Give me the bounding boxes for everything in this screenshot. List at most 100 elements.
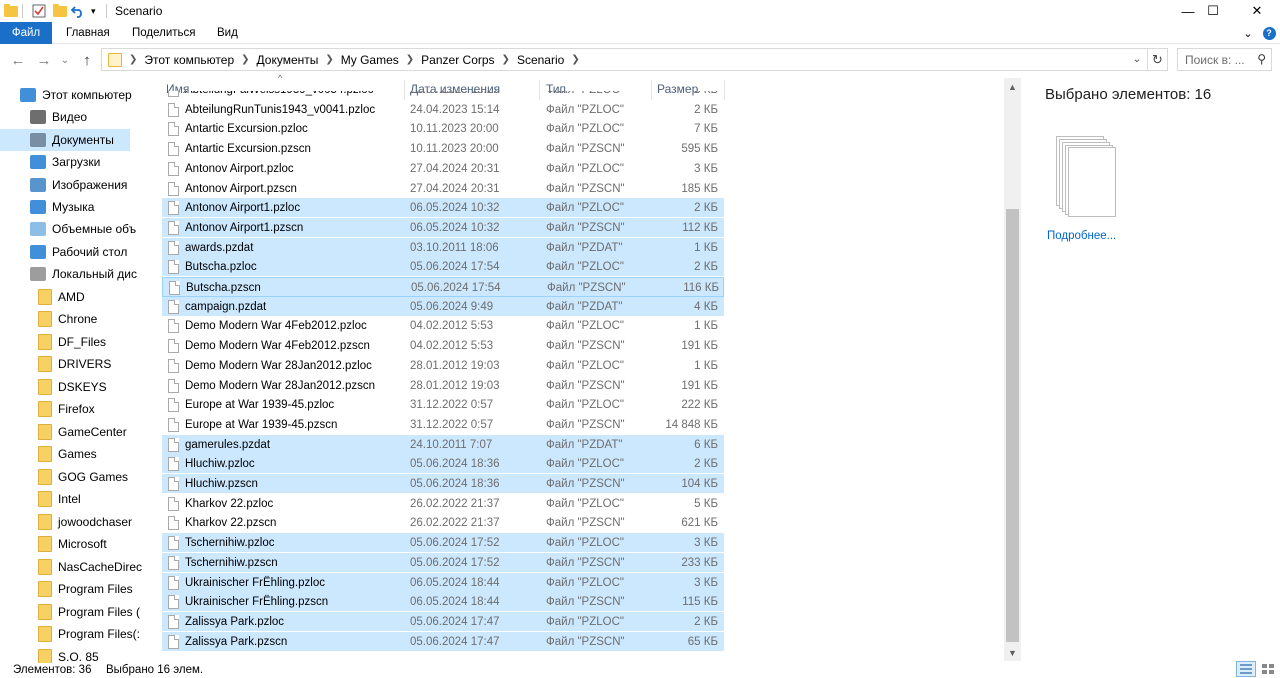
sidebar-item[interactable]: Этот компьютер <box>0 84 132 106</box>
chevron-right-icon[interactable]: ❯ <box>571 54 579 65</box>
sidebar-item[interactable]: Games <box>0 443 130 465</box>
file-row[interactable]: Antonov Airport1.pzloc 06.05.2024 10:32 Фа… <box>162 198 724 219</box>
file-date: 27.04.2024 20:31 <box>410 182 500 195</box>
file-row[interactable]: awards.pzdat 03.10.2011 18:06 Файл "PZDAT"… <box>162 237 724 258</box>
file-row[interactable]: AbteilungRunTunis1943_v0041.pzloc 24.04.2… <box>162 100 724 120</box>
sidebar-item[interactable]: Program Files <box>0 578 133 600</box>
file-row[interactable]: Kharkov 22.pzloc 26.02.2022 21:37 Файл "PZ… <box>162 494 724 514</box>
refresh-icon[interactable]: ↻ <box>1147 49 1167 70</box>
chevron-right-icon[interactable]: ❯ <box>406 54 414 65</box>
file-row[interactable]: Antartic Excursion.pzloc 10.11.2023 20:00… <box>162 119 724 139</box>
tab-file[interactable]: Файл <box>0 22 52 44</box>
sidebar-item[interactable]: DSKEYS <box>0 376 130 398</box>
sidebar-item[interactable]: Музыка <box>0 196 130 218</box>
customize-quick-access-icon[interactable]: ▾ <box>91 3 96 19</box>
sidebar-item[interactable]: Изображения <box>0 174 130 196</box>
sidebar-item[interactable]: Видео <box>0 106 130 128</box>
sidebar-item[interactable]: GameCenter <box>0 421 130 443</box>
more-details-link[interactable]: Подробнее... <box>1047 230 1116 242</box>
sidebar-item[interactable]: Объемные объ <box>0 218 136 240</box>
new-folder-icon[interactable] <box>53 3 67 19</box>
chevron-right-icon[interactable]: ❯ <box>325 54 333 65</box>
forward-button[interactable]: → <box>34 50 54 70</box>
close-button[interactable]: ✕ <box>1234 0 1280 22</box>
navigation-pane-scrollbar[interactable] <box>130 80 150 663</box>
file-row[interactable]: Zalissya Park.pzloc 05.06.2024 17:47 Файл … <box>162 611 724 632</box>
scrollbar-thumb[interactable] <box>1006 209 1019 642</box>
breadcrumb-documents[interactable]: Документы <box>257 53 319 67</box>
file-row[interactable]: Hluchiw.pzscn 05.06.2024 18:36 Файл "PZSCN… <box>162 474 724 494</box>
sidebar-item[interactable]: Рабочий стол <box>0 241 130 263</box>
file-date: 10.11.2023 20:00 <box>410 123 499 136</box>
properties-icon[interactable] <box>32 3 46 19</box>
sidebar-item[interactable]: Chrone <box>0 308 130 330</box>
breadcrumb-panzer-corps[interactable]: Panzer Corps <box>421 53 494 67</box>
file-size: 5 КБ <box>694 497 718 510</box>
scroll-down-icon[interactable]: ▼ <box>1004 644 1021 661</box>
scroll-up-icon[interactable]: ▲ <box>1004 78 1021 95</box>
file-row[interactable]: Antartic Excursion.pzscn 10.11.2023 20:00… <box>162 139 724 159</box>
sidebar-item[interactable]: Microsoft <box>0 533 130 555</box>
file-row[interactable]: AbteilungFalWeiss1939_v0054.pzloc 20.04.2… <box>162 91 724 100</box>
file-row[interactable]: Antonov Airport.pzscn 27.04.2024 20:31 Фай… <box>162 179 724 199</box>
sidebar-item[interactable]: Документы <box>0 129 130 151</box>
file-row[interactable]: Europe at War 1939-45.pzscn 31.12.2022 0:… <box>162 415 724 435</box>
search-input[interactable]: Поиск в: ... ⚲ <box>1177 48 1272 71</box>
file-row[interactable]: Butscha.pzloc 05.06.2024 17:54 Файл "PZLOC… <box>162 257 724 278</box>
file-row[interactable]: gamerules.pzdat 24.10.2011 7:07 Файл "PZDA… <box>162 434 724 455</box>
sidebar-item[interactable]: jowoodchaser <box>0 511 132 533</box>
file-row[interactable]: Demo Modern War 28Jan2012.pzloc 28.01.201… <box>162 356 724 376</box>
sidebar-item[interactable]: DF_Files <box>0 331 130 353</box>
large-icons-view-icon[interactable] <box>1258 661 1278 677</box>
chevron-right-icon[interactable]: ❯ <box>502 54 510 65</box>
sidebar-item[interactable]: Program Files(: <box>0 623 140 645</box>
sidebar-item[interactable]: Program Files ( <box>0 601 140 623</box>
breadcrumb-scenario[interactable]: Scenario <box>517 53 564 67</box>
file-row[interactable]: Demo Modern War 4Feb2012.pzscn 04.02.2012… <box>162 336 724 356</box>
sidebar-item[interactable]: DRIVERS <box>0 353 130 375</box>
sidebar-item[interactable]: Firefox <box>0 398 130 420</box>
file-row[interactable]: Antonov Airport.pzloc 27.04.2024 20:31 Фай… <box>162 159 724 179</box>
tab-share[interactable]: Поделиться <box>132 22 196 44</box>
sidebar-item[interactable]: Intel <box>0 488 130 510</box>
sidebar-item[interactable]: NasCacheDirec <box>0 556 142 578</box>
file-row[interactable]: Kharkov 22.pzscn 26.02.2022 21:37 Файл "PZ… <box>162 513 724 533</box>
sidebar-item[interactable]: Локальный дис <box>0 263 137 285</box>
file-row[interactable]: Zalissya Park.pzscn 05.06.2024 17:47 Файл … <box>162 631 724 652</box>
tab-home[interactable]: Главная <box>66 22 110 44</box>
file-row[interactable]: Ukrainischer FrЁhling.pzscn 06.05.2024 18… <box>162 592 724 613</box>
file-row[interactable]: Tschernihiw.pzscn 05.06.2024 17:52 Файл "P… <box>162 552 724 573</box>
column-divider[interactable] <box>724 80 725 100</box>
file-row[interactable]: Antonov Airport1.pzscn 06.05.2024 10:32 Фа… <box>162 217 724 238</box>
chevron-right-icon[interactable]: ❯ <box>241 54 249 65</box>
up-button[interactable]: ↑ <box>77 50 97 70</box>
file-row[interactable]: Ukrainischer FrЁhling.pzloc 06.05.2024 18… <box>162 572 724 593</box>
file-list-scrollbar[interactable]: ▲ ▼ <box>1004 78 1021 661</box>
breadcrumb-my-games[interactable]: My Games <box>341 53 399 67</box>
file-row[interactable]: Butscha.pzscn 05.06.2024 17:54 Файл "PZSCN… <box>162 277 724 297</box>
sidebar-item[interactable]: AMD <box>0 286 130 308</box>
tab-view[interactable]: Вид <box>217 22 238 44</box>
back-button[interactable]: ← <box>8 50 28 70</box>
address-dropdown-icon[interactable]: ⌄ <box>1127 54 1147 65</box>
sidebar-item[interactable]: Загрузки <box>0 151 130 173</box>
sidebar-item-label: Program Files <box>58 582 133 596</box>
undo-icon[interactable] <box>71 3 85 19</box>
details-view-icon[interactable] <box>1236 661 1256 677</box>
file-row[interactable]: Tschernihiw.pzloc 05.06.2024 17:52 Файл "P… <box>162 533 724 554</box>
breadcrumb-this-pc[interactable]: Этот компьютер <box>144 53 234 67</box>
sidebar-item[interactable]: GOG Games <box>0 466 130 488</box>
file-row[interactable]: Hluchiw.pzloc 05.06.2024 18:36 Файл "PZLOC… <box>162 454 724 475</box>
file-row[interactable]: Demo Modern War 4Feb2012.pzloc 04.02.2012… <box>162 316 724 336</box>
expand-ribbon-icon[interactable]: ⌄ <box>1241 25 1255 41</box>
sidebar-item-label: Видео <box>52 110 88 124</box>
recent-locations-button[interactable]: ⌄ <box>55 50 75 70</box>
file-row[interactable]: Europe at War 1939-45.pzloc 31.12.2022 0:… <box>162 395 724 415</box>
chevron-right-icon[interactable]: ❯ <box>129 54 137 65</box>
file-row[interactable]: campaign.pzdat 05.06.2024 9:49 Файл "PZDAT… <box>162 296 724 317</box>
file-row[interactable]: Demo Modern War 28Jan2012.pzscn 28.01.201… <box>162 376 724 396</box>
maximize-button[interactable]: ☐ <box>1190 0 1236 22</box>
sidebar-item-label: Этот компьютер <box>42 88 132 102</box>
address-bar[interactable]: ❯ Этот компьютер ❯ Документы ❯ My Games … <box>101 48 1168 71</box>
help-button[interactable]: ? <box>1262 25 1276 41</box>
